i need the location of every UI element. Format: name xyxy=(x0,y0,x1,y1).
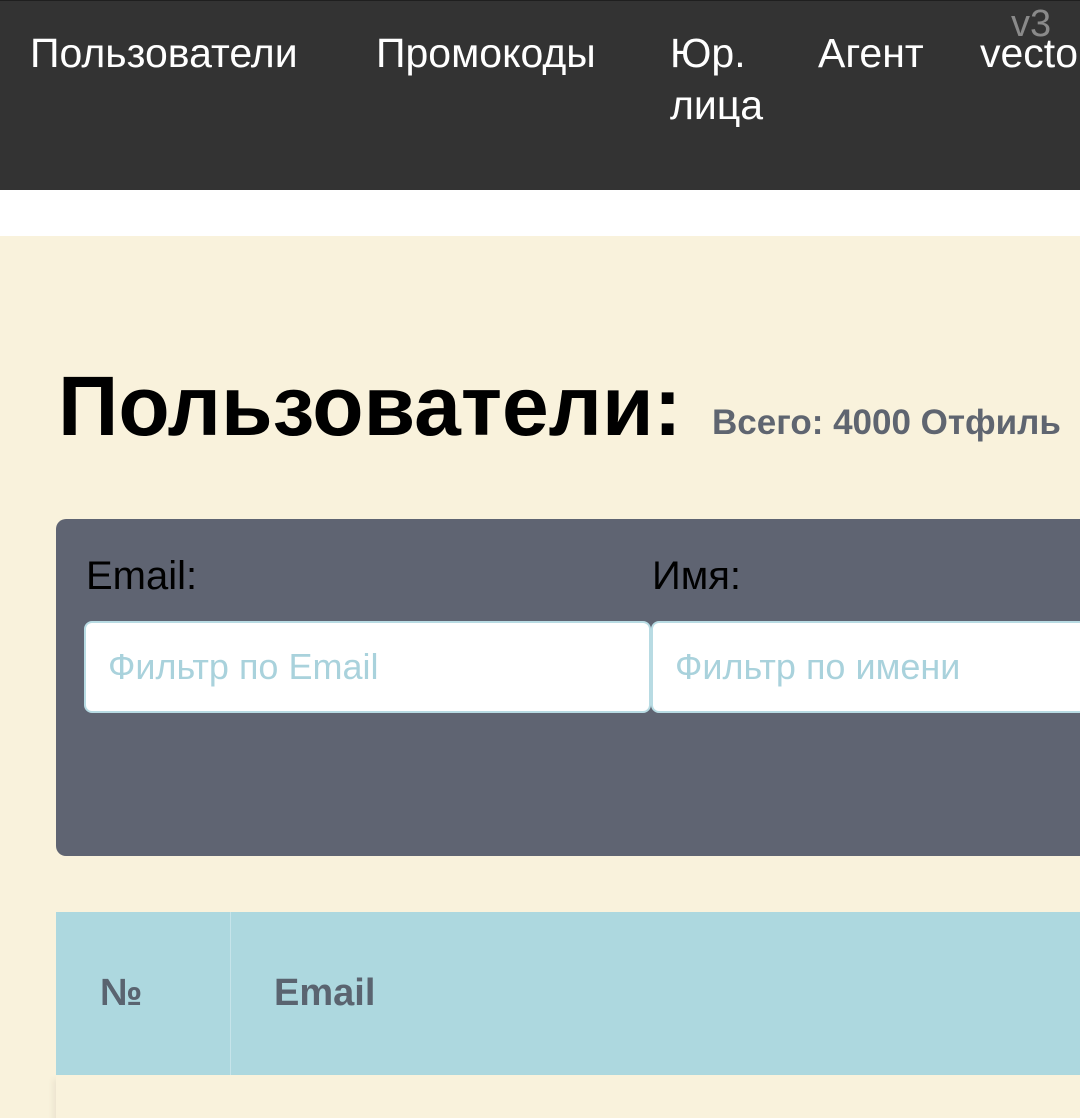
column-header-email[interactable]: Email xyxy=(274,912,375,1075)
filter-panel: Email: Имя: xyxy=(56,519,1080,856)
table-header-row: № Email xyxy=(56,912,1080,1075)
name-filter-input[interactable] xyxy=(651,621,1080,713)
nav-spacer xyxy=(0,190,1080,236)
name-filter-label: Имя: xyxy=(652,554,742,598)
top-navigation: Пользователи Промокоды Юр. лица Агент ve… xyxy=(0,0,1080,190)
version-badge: v3 xyxy=(1011,3,1052,45)
nav-item-users[interactable]: Пользователи xyxy=(30,27,298,79)
email-filter-input[interactable] xyxy=(84,621,651,713)
nav-item-legal-entities[interactable]: Юр. лица xyxy=(670,27,785,131)
nav-item-promocodes[interactable]: Промокоды xyxy=(376,27,596,79)
table-body xyxy=(56,1075,1080,1118)
users-count-summary: Всего: 4000 Отфиль xyxy=(712,403,1061,442)
email-filter-label: Email: xyxy=(86,554,198,598)
main-content: Пользователи: Всего: 4000 Отфиль Email: … xyxy=(0,236,1080,1118)
page-title: Пользователи: xyxy=(58,359,682,453)
nav-item-agent[interactable]: Агент xyxy=(818,27,924,79)
column-divider xyxy=(230,912,231,1075)
column-header-number[interactable]: № xyxy=(100,912,142,1075)
users-table: № Email xyxy=(56,912,1080,1118)
